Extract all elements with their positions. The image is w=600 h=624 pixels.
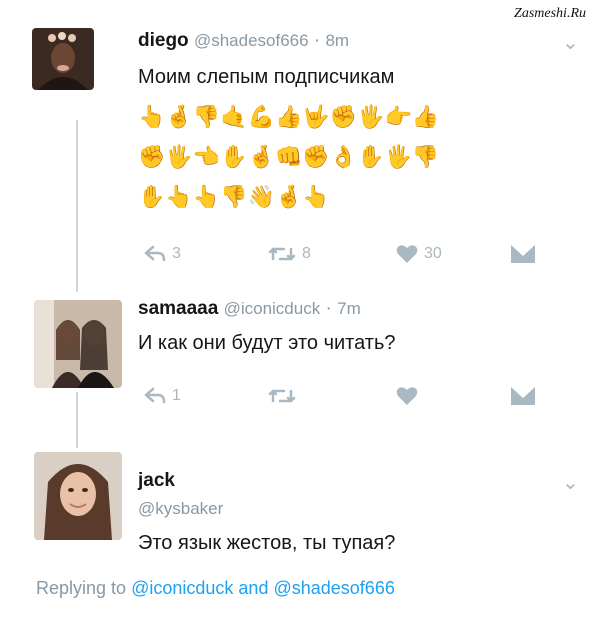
envelope-icon: [511, 245, 535, 263]
tweet-actions: 1: [144, 386, 536, 406]
tweet-text: И как они будут это читать?: [138, 332, 396, 354]
tweet-header: samaaaa @iconicduck · 7m: [138, 298, 361, 320]
replying-prefix: Replying to: [36, 578, 127, 598]
reply-button[interactable]: 1: [144, 387, 268, 405]
reply-icon: [144, 387, 166, 404]
retweet-button[interactable]: 8: [268, 245, 396, 263]
separator-dot: ·: [325, 298, 332, 319]
retweet-button[interactable]: [268, 387, 396, 405]
emoji-row: 👆🤞👎🤙💪👍🤟✊🖐👉👍: [138, 104, 440, 129]
tweet-actions: 3 8 30: [144, 244, 536, 264]
watermark: Zasmeshi.Ru: [514, 6, 586, 21]
reply-button[interactable]: 3: [144, 245, 268, 263]
timestamp[interactable]: 7m: [337, 299, 361, 318]
tweet-text: Это язык жестов, ты тупая?: [138, 532, 396, 554]
like-button[interactable]: 30: [396, 244, 510, 264]
thread-line: [76, 392, 78, 448]
replying-to: Replying to @iconicduck and @shadesof666: [36, 578, 395, 599]
display-name[interactable]: diego: [138, 30, 189, 51]
chevron-down-icon[interactable]: ⌄: [562, 30, 579, 55]
retweet-icon: [268, 247, 296, 261]
chevron-down-icon[interactable]: ⌄: [562, 470, 579, 495]
like-button[interactable]: [396, 386, 510, 406]
tweet-handle-row: @kysbaker: [138, 498, 223, 520]
direct-message-button[interactable]: [510, 386, 536, 406]
heart-icon: [396, 387, 418, 405]
reply-count: 1: [172, 387, 181, 404]
display-name[interactable]: samaaaa: [138, 298, 218, 319]
direct-message-button[interactable]: [510, 244, 536, 264]
thread-line: [76, 120, 78, 292]
mention-link[interactable]: @iconicduck: [131, 578, 233, 598]
reply-count: 3: [172, 245, 181, 262]
avatar[interactable]: [34, 300, 122, 388]
emoji-row: ✊🖐👈✋🤞👊✊👌✋🖐👎: [138, 144, 440, 169]
tweet-header: diego @shadesof666 · 8m: [138, 30, 349, 52]
user-handle[interactable]: @shadesof666: [194, 31, 309, 50]
like-count: 30: [424, 245, 442, 262]
separator-dot: ·: [313, 30, 321, 51]
retweet-count: 8: [302, 245, 311, 262]
timestamp[interactable]: 8m: [325, 31, 349, 50]
retweet-icon: [268, 389, 296, 403]
user-handle[interactable]: @iconicduck: [224, 299, 321, 318]
avatar[interactable]: [32, 28, 94, 90]
tweet-header: jack: [138, 470, 175, 492]
heart-icon: [396, 245, 418, 263]
reply-icon: [144, 245, 166, 262]
mention-link[interactable]: @shadesof666: [273, 578, 394, 598]
envelope-icon: [511, 387, 535, 405]
user-handle[interactable]: @kysbaker: [138, 499, 223, 518]
avatar[interactable]: [34, 452, 122, 540]
display-name[interactable]: jack: [138, 470, 175, 491]
emoji-row: ✋👆👆👎👋🤞👆: [138, 184, 330, 209]
replying-and: and: [238, 578, 269, 598]
tweet-text: Моим слепым подписчикам: [138, 66, 395, 88]
